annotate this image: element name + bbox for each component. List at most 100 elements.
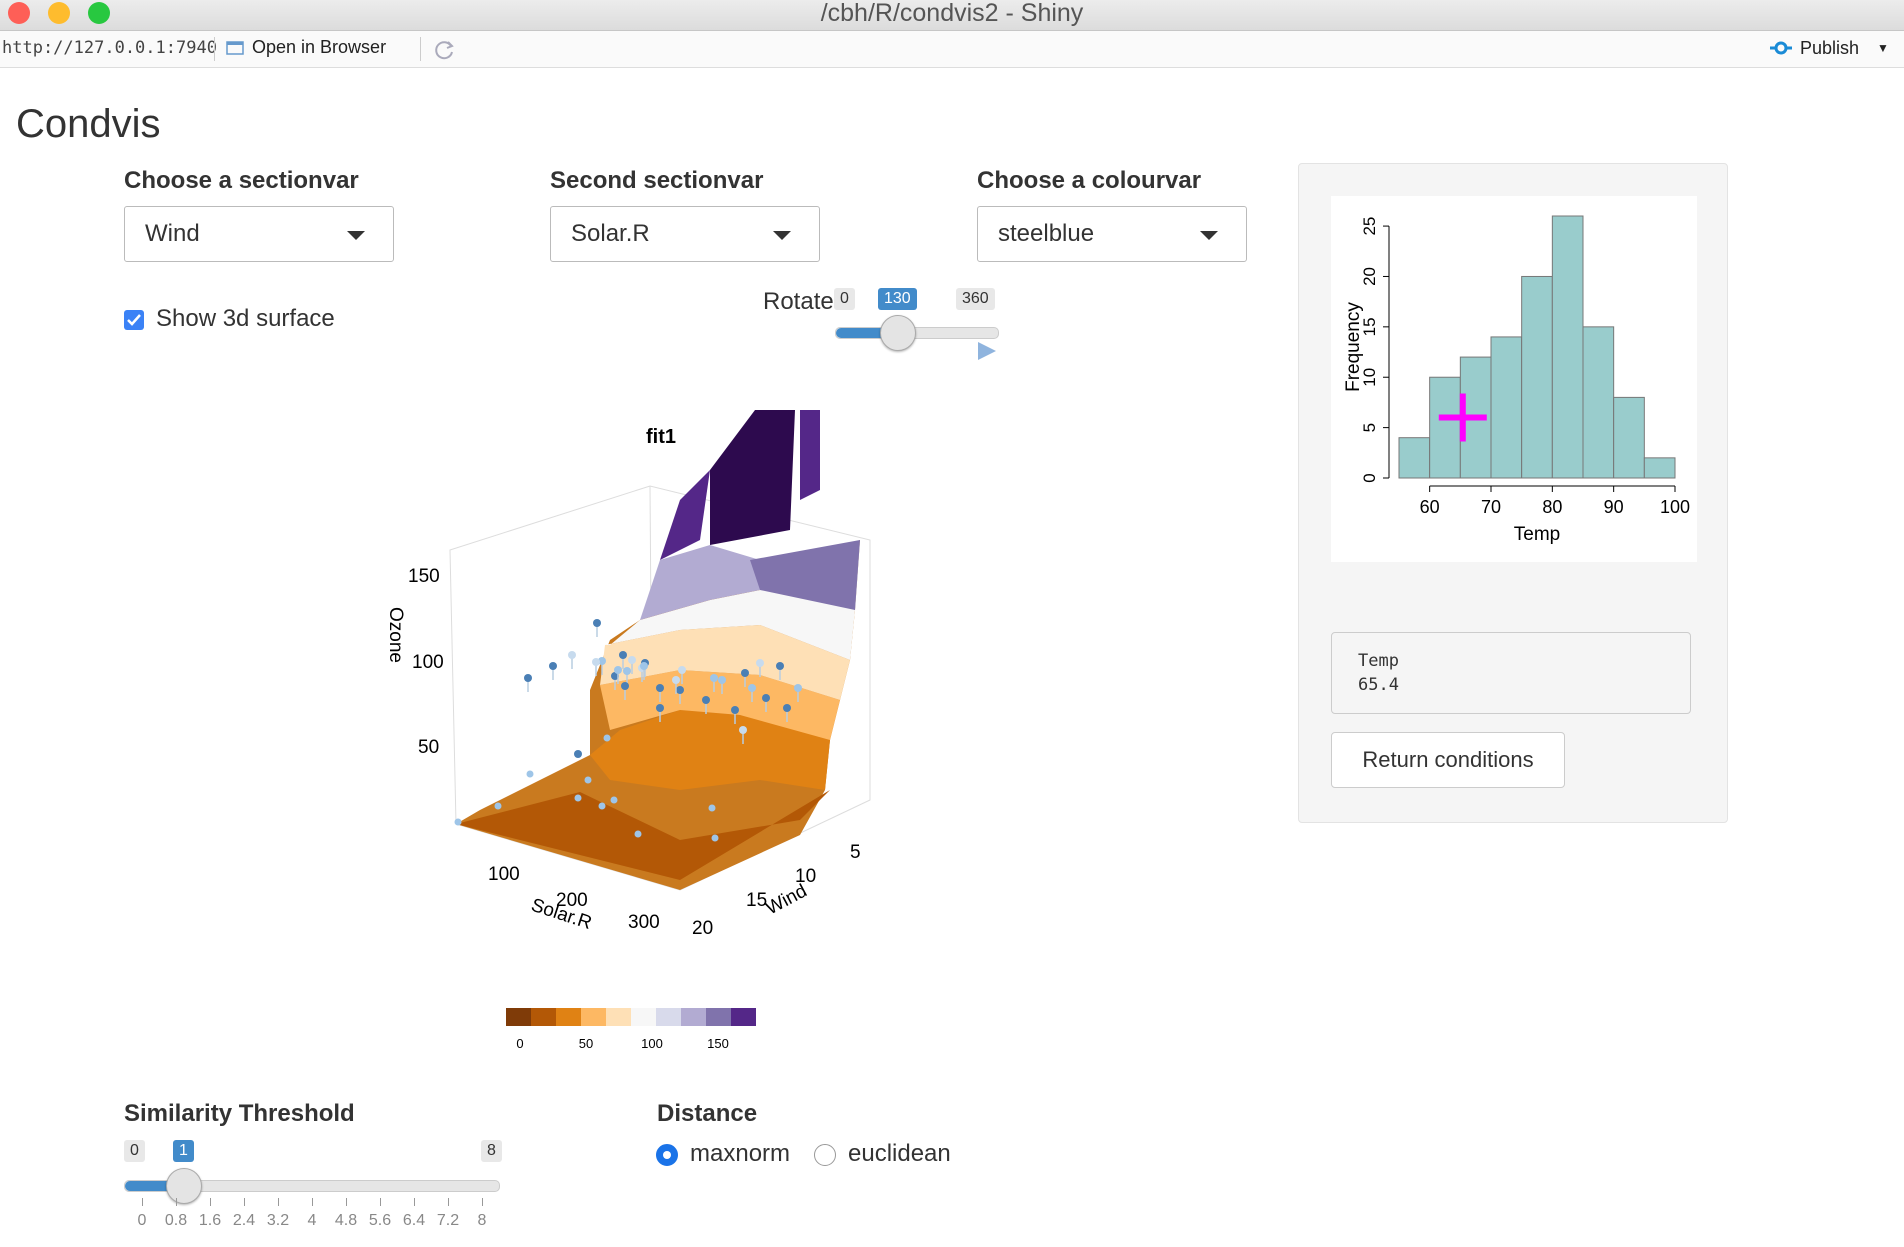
similarity-max-label: 8 <box>481 1140 502 1162</box>
colourvar-select[interactable]: steelblue <box>977 206 1247 262</box>
y-tick-label: 25 <box>1360 217 1379 236</box>
observation-point <box>603 734 611 742</box>
observation-point <box>739 726 747 734</box>
observation-point <box>593 619 601 627</box>
similarity-label: Similarity Threshold <box>124 1100 355 1127</box>
window-titlebar: /cbh/R/condvis2 - Shiny <box>0 0 1904 31</box>
observation-point <box>676 686 684 694</box>
response-surface <box>456 410 860 890</box>
publish-icon <box>1770 41 1792 55</box>
colorbar-tick-label: 150 <box>707 1036 729 1051</box>
observation-point <box>702 696 710 704</box>
observation-point <box>494 802 502 810</box>
play-icon[interactable] <box>976 340 998 362</box>
page-title: Condvis <box>16 102 161 146</box>
toolbar-divider <box>420 37 421 61</box>
z-tick-150: 150 <box>408 566 440 587</box>
temp-condition-output: Temp 65.4 <box>1331 632 1691 714</box>
plot-title: fit1 <box>646 426 676 448</box>
sectionvar2-select[interactable]: Solar.R <box>550 206 820 262</box>
open-in-browser-button[interactable]: Open in Browser <box>226 37 386 58</box>
colorbar-swatch <box>556 1008 581 1026</box>
observation-point <box>711 834 719 842</box>
return-conditions-button[interactable]: Return conditions <box>1331 732 1565 788</box>
radio-euclidean[interactable] <box>814 1144 836 1166</box>
colorbar-swatch <box>681 1008 706 1026</box>
persp-3d-plot: fit1 150 100 50 Ozone Ozone 100 200 300 … <box>385 410 871 1051</box>
x-axis-label: Temp <box>1514 524 1560 545</box>
observation-point <box>634 830 642 838</box>
similarity-tick-mark <box>176 1198 177 1206</box>
observation-point <box>592 658 600 666</box>
colourvar-label: Choose a colourvar <box>977 167 1202 194</box>
z-axis-label-rot: Ozone <box>385 607 406 663</box>
observation-point <box>574 750 582 758</box>
y-axis-label: Wind <box>762 881 810 920</box>
sectionvar-value: Wind <box>145 220 200 247</box>
refresh-icon[interactable] <box>432 38 456 62</box>
sectionvar-select[interactable]: Wind <box>124 206 394 262</box>
colorbar-tick-label: 50 <box>579 1036 593 1051</box>
url-text: http://127.0.0.1:7940 <box>2 38 217 58</box>
window-title: /cbh/R/condvis2 - Shiny <box>820 0 1084 27</box>
observation-point <box>678 666 686 674</box>
radio-maxnorm[interactable] <box>656 1144 678 1166</box>
histogram-bar <box>1643 457 1676 479</box>
observation-point <box>619 651 627 659</box>
similarity-tick-mark <box>414 1198 415 1206</box>
toolbar-divider <box>214 37 215 61</box>
x-tick-label: 80 <box>1542 497 1562 517</box>
radio-euclidean-label: euclidean <box>848 1140 951 1167</box>
caret-down-icon <box>1200 231 1218 240</box>
observation-point <box>731 706 739 714</box>
histogram-bar <box>1521 275 1553 479</box>
colorbar-swatch <box>506 1008 531 1026</box>
observation-point <box>656 684 664 692</box>
caret-down-icon <box>347 231 365 240</box>
observation-point <box>708 804 716 812</box>
colorbar-tick-label: 100 <box>641 1036 663 1051</box>
sectionvar2-label: Second sectionvar <box>550 167 764 194</box>
x-tick-label: 90 <box>1604 497 1624 517</box>
histogram-bar <box>1490 336 1523 479</box>
colorbar-swatch <box>531 1008 556 1026</box>
sectionvar2-value: Solar.R <box>571 220 650 247</box>
rotate-min-label: 0 <box>834 288 855 310</box>
observation-point <box>598 802 606 810</box>
chevron-down-icon[interactable]: ▼ <box>1877 41 1889 55</box>
show-3d-surface-label: Show 3d surface <box>156 305 335 332</box>
browser-icon <box>226 40 244 55</box>
observation-point <box>526 770 534 778</box>
temp-value: 65.4 <box>1358 675 1399 695</box>
rotate-slider-handle[interactable] <box>880 315 916 351</box>
similarity-tick-mark <box>312 1198 313 1206</box>
x-tick-300: 300 <box>628 912 660 933</box>
temp-histogram[interactable]: 051015202560 70 80 90 100TempFrequency <box>1331 196 1697 562</box>
similarity-min-label: 0 <box>124 1140 145 1162</box>
observation-point <box>656 704 664 712</box>
viewer-toolbar: http://127.0.0.1:7940 Open in Browser Pu… <box>0 31 1904 68</box>
rotate-max-label: 360 <box>956 288 995 310</box>
check-icon <box>127 314 141 326</box>
show-3d-surface-checkbox[interactable] <box>124 310 144 330</box>
observation-point <box>776 662 784 670</box>
colorbar: 0 50 100 150 <box>506 1008 756 1051</box>
observation-point <box>584 776 592 784</box>
histogram-bar <box>1551 215 1584 479</box>
colorbar-tick-label: 0 <box>516 1036 523 1051</box>
z-tick-100: 100 <box>412 652 444 673</box>
colorbar-swatch <box>731 1008 756 1026</box>
similarity-tick-mark <box>210 1198 211 1206</box>
open-in-browser-label: Open in Browser <box>252 37 387 57</box>
y-tick-5: 5 <box>850 842 861 863</box>
publish-label: Publish <box>1800 37 1860 58</box>
radio-maxnorm-label: maxnorm <box>690 1140 791 1167</box>
similarity-ticks: 0 0.8 1.6 2.4 3.2 4 4.8 5.6 6.4 7.2 8 <box>124 1198 498 1238</box>
rotate-value-label: 130 <box>878 288 917 310</box>
condition-panel: 0 5 10 15 20 25 60 70 80 90 100 Temp Frequency Temp … <box>1298 163 1728 823</box>
observation-point <box>756 659 764 667</box>
colorbar-swatch <box>581 1008 606 1026</box>
publish-button[interactable]: Publish ▼ <box>1768 37 1889 59</box>
observation-point <box>762 694 770 702</box>
observation-point <box>748 684 756 692</box>
